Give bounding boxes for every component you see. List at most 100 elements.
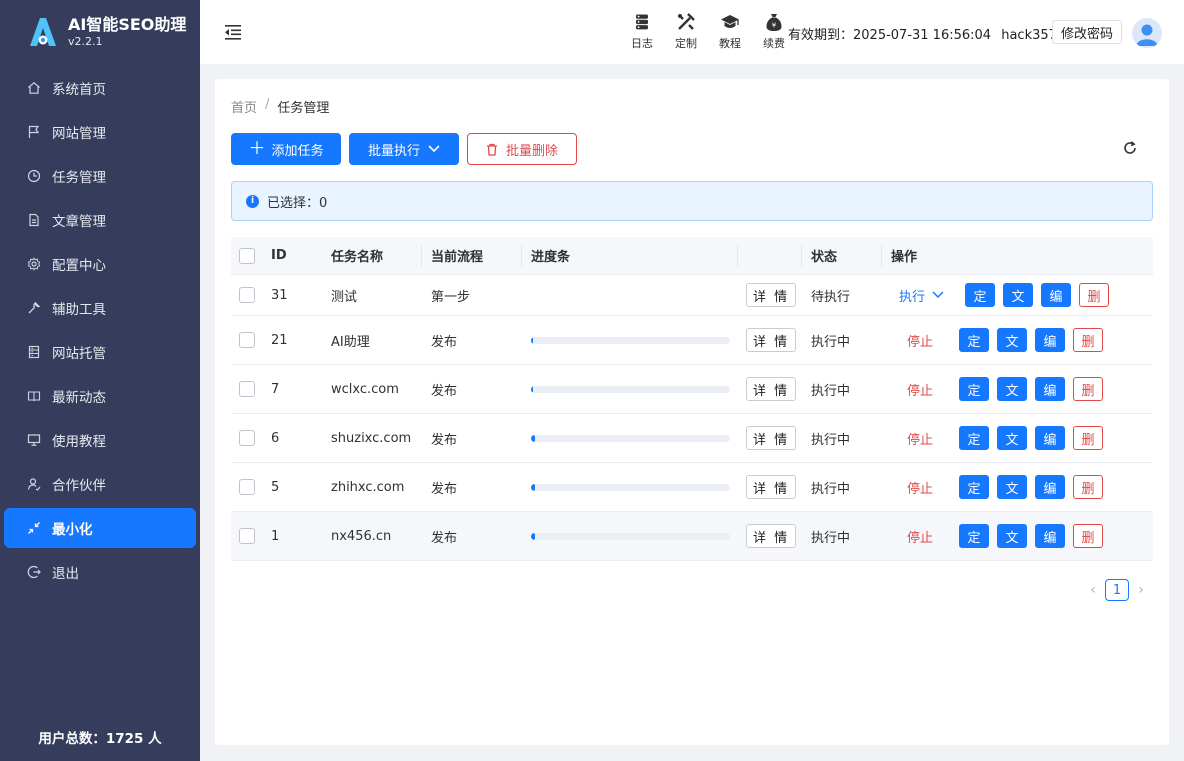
delete-button[interactable]: 删 [1073, 328, 1103, 352]
sidebar-item-7[interactable]: 最新动态 [4, 376, 196, 416]
chevron-down-icon [932, 291, 944, 299]
cell-id: 21 [271, 332, 288, 348]
sidebar-item-label: 使用教程 [52, 434, 106, 450]
sidebar-item-label: 网站管理 [52, 126, 106, 142]
avatar[interactable] [1132, 18, 1162, 48]
table-body: 31 测试 第一步详 情待执行 执行定文编删 21 AI助理 发布详 情执行中 停止定文编删 7… [231, 275, 1153, 561]
delete-button[interactable]: 删 [1073, 426, 1103, 450]
article-button[interactable]: 文 [997, 426, 1027, 450]
sidebar-item-2[interactable]: 任务管理 [4, 156, 196, 196]
refresh-icon[interactable] [1121, 139, 1139, 157]
sidebar: AI智能SEO助理 v2.2.1 系统首页 网站管理 任务管理 文章管理 配置中心 辅助工… [0, 0, 200, 761]
detail-button[interactable]: 详 情 [746, 524, 797, 548]
row-checkbox[interactable] [239, 430, 255, 446]
logo-icon [24, 14, 60, 50]
stop-link[interactable]: 停止 [907, 478, 933, 497]
server-icon [26, 344, 42, 360]
delete-button[interactable]: 删 [1073, 475, 1103, 499]
page-number[interactable]: 1 [1105, 579, 1129, 601]
progress-fill [531, 336, 533, 344]
sidebar-item-0[interactable]: 系统首页 [4, 68, 196, 108]
monitor-icon [26, 432, 42, 448]
fixed-button[interactable]: 定 [959, 475, 989, 499]
sidebar-item-label: 配置中心 [52, 258, 106, 274]
edit-button[interactable]: 编 [1035, 426, 1065, 450]
header-tool-label: 教程 [719, 37, 741, 50]
breadcrumb-current: 任务管理 [277, 101, 330, 116]
sidebar-item-1[interactable]: 网站管理 [4, 112, 196, 152]
edit-button[interactable]: 编 [1035, 475, 1065, 499]
edit-button[interactable]: 编 [1035, 524, 1065, 548]
stop-link[interactable]: 停止 [907, 331, 933, 350]
fixed-button[interactable]: 定 [959, 377, 989, 401]
cell-name: shuzixc.com [331, 430, 412, 446]
sidebar-item-9[interactable]: 合作伙伴 [4, 464, 196, 504]
table-row: 6 shuzixc.com 发布 详 情执行中 停止 定文编删 [231, 414, 1153, 463]
stop-link[interactable]: 停止 [907, 527, 933, 546]
column-name: 任务名称 [331, 250, 384, 265]
detail-button[interactable]: 详 情 [746, 475, 797, 499]
edit-button[interactable]: 编 [1035, 377, 1065, 401]
logout-icon [26, 564, 42, 580]
execute-dropdown[interactable]: 执行 [899, 286, 944, 305]
article-button[interactable]: 文 [997, 377, 1027, 401]
fixed-button[interactable]: 定 [965, 283, 995, 307]
cell-name: 测试 [331, 289, 358, 305]
detail-button[interactable]: 详 情 [746, 283, 797, 307]
sidebar-item-11[interactable]: 退出 [4, 552, 196, 592]
header-tool-0[interactable]: 日志 [620, 12, 664, 51]
row-checkbox[interactable] [239, 381, 255, 397]
article-button[interactable]: 文 [997, 328, 1027, 352]
fixed-button[interactable]: 定 [959, 524, 989, 548]
detail-button[interactable]: 详 情 [746, 328, 797, 352]
change-password-button[interactable]: 修改密码 [1052, 20, 1123, 44]
sidebar-item-4[interactable]: 配置中心 [4, 244, 196, 284]
sidebar-item-10[interactable]: 最小化 [4, 508, 196, 548]
prev-page-icon[interactable]: ‹ [1085, 579, 1101, 601]
detail-button[interactable]: 详 情 [746, 426, 797, 450]
add-task-button[interactable]: ＋ 添加任务 [231, 133, 341, 165]
select-all-checkbox[interactable] [239, 247, 255, 264]
batch-delete-label: 批量删除 [505, 143, 558, 159]
sidebar-item-3[interactable]: 文章管理 [4, 200, 196, 240]
breadcrumb-home[interactable]: 首页 [231, 97, 257, 116]
stop-link[interactable]: 停止 [907, 429, 933, 448]
sidebar-item-6[interactable]: 网站托管 [4, 332, 196, 372]
column-flow: 当前流程 [431, 250, 484, 265]
plus-icon: ＋ [248, 138, 266, 159]
sidebar-item-8[interactable]: 使用教程 [4, 420, 196, 460]
fixed-button[interactable]: 定 [959, 328, 989, 352]
row-checkbox[interactable] [239, 528, 255, 544]
edit-button[interactable]: 编 [1035, 328, 1065, 352]
delete-button[interactable]: 删 [1079, 283, 1109, 307]
user-count: 用户总数：1725 人 [38, 731, 162, 747]
edit-button[interactable]: 编 [1041, 283, 1071, 307]
selection-count: 已选择：0 [267, 195, 328, 211]
next-page-icon[interactable]: › [1133, 579, 1149, 601]
batch-execute-button[interactable]: 批量执行 [349, 133, 459, 165]
header-tool-label: 日志 [631, 37, 653, 50]
collapse-menu-icon[interactable] [222, 21, 244, 43]
row-checkbox[interactable] [239, 332, 255, 348]
article-button[interactable]: 文 [997, 524, 1027, 548]
row-checkbox[interactable] [239, 287, 255, 303]
home-icon [26, 80, 42, 96]
article-button[interactable]: 文 [1003, 283, 1033, 307]
column-actions: 操作 [891, 250, 918, 265]
delete-button[interactable]: 删 [1073, 377, 1103, 401]
header-tool-1[interactable]: 定制 [664, 12, 708, 51]
detail-button[interactable]: 详 情 [746, 377, 797, 401]
cell-flow: 发布 [431, 432, 458, 448]
article-button[interactable]: 文 [997, 475, 1027, 499]
row-checkbox[interactable] [239, 479, 255, 495]
sidebar-item-5[interactable]: 辅助工具 [4, 288, 196, 328]
header-tool-2[interactable]: 教程 [708, 12, 752, 51]
progress-fill [531, 434, 535, 442]
clock-icon [26, 168, 42, 184]
table-row: 31 测试 第一步 详 情待执行 执行 定文编删 [231, 275, 1153, 316]
column-divider [881, 245, 882, 267]
batch-delete-button[interactable]: 批量删除 [467, 133, 577, 165]
fixed-button[interactable]: 定 [959, 426, 989, 450]
delete-button[interactable]: 删 [1073, 524, 1103, 548]
stop-link[interactable]: 停止 [907, 380, 933, 399]
